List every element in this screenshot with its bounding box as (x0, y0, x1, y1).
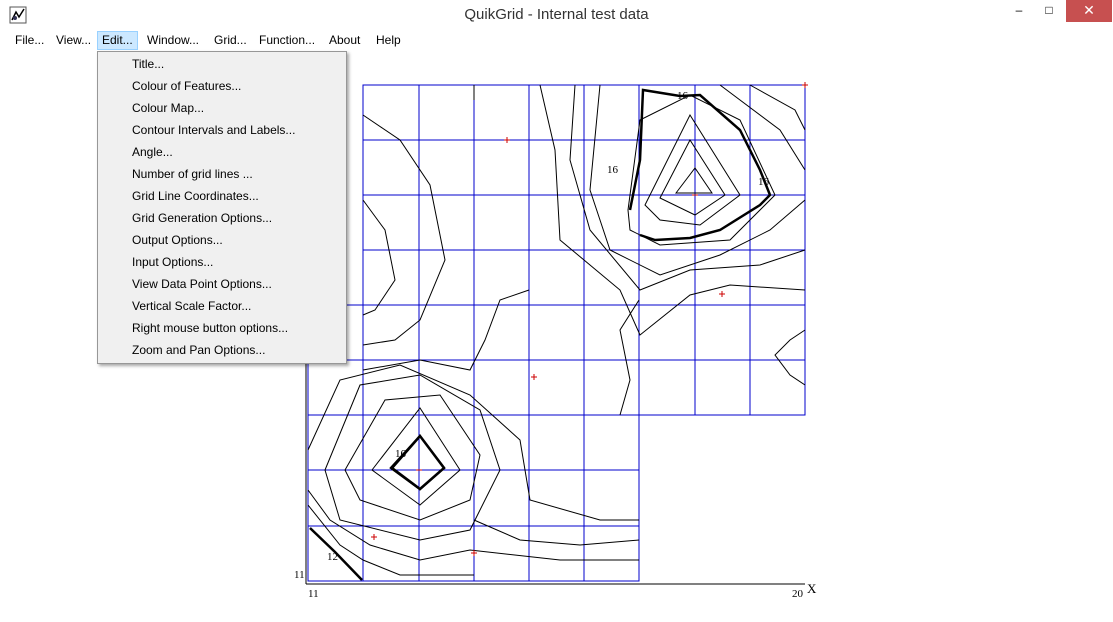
menu-file[interactable]: File... (11, 32, 48, 49)
menu-bar: File... View... Edit... Window... Grid..… (0, 30, 1113, 51)
grid-lines (307, 84, 806, 582)
menu-option-output-options[interactable]: Output Options... (132, 229, 223, 251)
menu-edit[interactable]: Edit... (97, 31, 138, 50)
menu-option-right-mouse-button[interactable]: Right mouse button options... (132, 317, 288, 339)
menu-option-zoom-and-pan[interactable]: Zoom and Pan Options... (132, 339, 265, 361)
menu-window[interactable]: Window... (143, 32, 203, 49)
menu-view[interactable]: View... (52, 32, 95, 49)
x-min-label: 11 (308, 588, 319, 600)
menu-option-colour-map[interactable]: Colour Map... (132, 97, 204, 119)
menu-option-angle[interactable]: Angle... (132, 141, 173, 163)
menu-option-title[interactable]: Title... (132, 53, 164, 75)
menu-option-view-data-point[interactable]: View Data Point Options... (132, 273, 272, 295)
axes (305, 360, 805, 585)
contour-label: 12 (327, 551, 338, 563)
window-title: QuikGrid - Internal test data (464, 6, 649, 23)
contour-label: 16 (758, 176, 770, 188)
maximize-button[interactable]: □ (1034, 0, 1064, 22)
menu-option-contour-intervals[interactable]: Contour Intervals and Labels... (132, 119, 295, 141)
contour-lines (307, 84, 806, 576)
x-axis-label: X (807, 581, 817, 596)
minimize-button[interactable]: – (1004, 0, 1034, 22)
close-button[interactable]: ✕ (1066, 0, 1112, 22)
menu-option-colour-of-features[interactable]: Colour of Features... (132, 75, 241, 97)
contour-label: 16 (677, 90, 689, 102)
y-min-label: 11 (294, 569, 305, 581)
menu-option-number-of-grid-lines[interactable]: Number of grid lines ... (132, 163, 253, 185)
menu-option-input-options[interactable]: Input Options... (132, 251, 213, 273)
data-points (371, 82, 808, 556)
menu-grid[interactable]: Grid... (210, 32, 251, 49)
x-max-label: 20 (792, 588, 804, 600)
contour-label: 16 (395, 448, 407, 460)
menu-about[interactable]: About (325, 32, 364, 49)
menu-option-vertical-scale[interactable]: Vertical Scale Factor... (132, 295, 251, 317)
menu-help[interactable]: Help (372, 32, 405, 49)
menu-function[interactable]: Function... (255, 32, 319, 49)
menu-option-grid-line-coordinates[interactable]: Grid Line Coordinates... (132, 185, 259, 207)
title-bar: QuikGrid - Internal test data – □ ✕ (0, 0, 1113, 30)
contour-label: 16 (607, 164, 619, 176)
edit-dropdown-menu: Title... Colour of Features... Colour Ma… (97, 51, 347, 364)
menu-option-grid-generation[interactable]: Grid Generation Options... (132, 207, 272, 229)
